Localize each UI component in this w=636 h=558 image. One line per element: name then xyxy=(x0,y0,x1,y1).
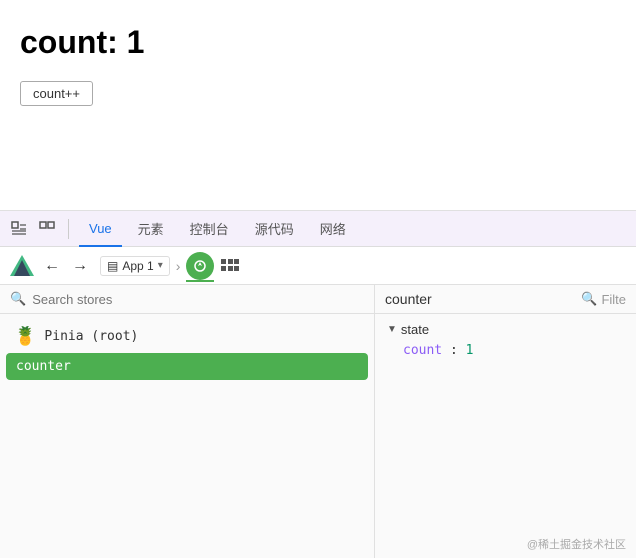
pinia-root-item[interactable]: 🍍 Pinia (root) xyxy=(0,320,374,353)
grid-icon[interactable] xyxy=(218,254,242,278)
store-search-input[interactable] xyxy=(32,292,364,307)
count-display: count: 1 xyxy=(20,24,616,61)
devtools-main-panel: 🔍 🍍 Pinia (root) counter counter � xyxy=(0,285,636,558)
watermark: @稀土掘金技术社区 xyxy=(527,536,626,552)
devtools-tab-bar: Vue 元素 控制台 源代码 网络 xyxy=(0,211,636,247)
forward-button[interactable]: → xyxy=(68,254,92,278)
app-selector[interactable]: ▤ App 1 ▾ xyxy=(100,256,170,276)
filter-search-icon: 🔍 xyxy=(581,291,597,307)
count-increment-button[interactable]: count++ xyxy=(20,81,93,106)
count-colon: : xyxy=(450,343,466,358)
tab-sources[interactable]: 源代码 xyxy=(245,211,304,247)
active-view-icon[interactable] xyxy=(186,252,214,280)
vue-secondary-toolbar: ← → ▤ App 1 ▾ › xyxy=(0,247,636,285)
toolbar-divider xyxy=(68,219,69,239)
counter-store-label: counter xyxy=(16,359,71,374)
app-area: count: 1 count++ xyxy=(0,0,636,210)
store-title: counter xyxy=(385,291,432,307)
elements-icon[interactable] xyxy=(36,218,58,240)
search-icon: 🔍 xyxy=(10,291,26,307)
devtools-panel: Vue 元素 控制台 源代码 网络 ← → ▤ App 1 ▾ xyxy=(0,210,636,558)
filter-label: Filte xyxy=(601,292,626,307)
state-section: ▼ state count : 1 xyxy=(375,314,636,366)
count-key: count xyxy=(403,343,442,358)
right-panel-header: counter 🔍 Filte xyxy=(375,285,636,314)
inspector-icon[interactable] xyxy=(8,218,30,240)
tab-console[interactable]: 控制台 xyxy=(180,211,239,247)
compass-icon xyxy=(186,252,214,280)
breadcrumb-chevron-icon: › xyxy=(176,258,181,274)
right-search-bar: 🔍 Filte xyxy=(581,291,626,307)
store-search-bar: 🔍 xyxy=(0,285,374,314)
state-label: ▼ state xyxy=(387,322,624,337)
tab-network[interactable]: 网络 xyxy=(310,211,356,247)
left-panel: 🔍 🍍 Pinia (root) counter xyxy=(0,285,375,558)
counter-store-item[interactable]: counter xyxy=(6,353,368,380)
collapse-triangle-icon[interactable]: ▼ xyxy=(387,324,397,335)
store-list: 🍍 Pinia (root) counter xyxy=(0,314,374,558)
pinia-emoji: 🍍 xyxy=(14,326,36,347)
pinia-root-label: Pinia (root) xyxy=(44,329,138,344)
app-selector-icon: ▤ xyxy=(107,259,118,273)
count-entry: count : 1 xyxy=(387,343,624,358)
tab-vue[interactable]: Vue xyxy=(79,211,122,247)
app-selector-label: App 1 xyxy=(122,259,153,273)
tab-elements[interactable]: 元素 xyxy=(128,211,174,247)
count-value: 1 xyxy=(466,343,474,358)
vue-logo xyxy=(8,252,36,280)
back-button[interactable]: ← xyxy=(40,254,64,278)
right-panel: counter 🔍 Filte ▼ state count : 1 xyxy=(375,285,636,558)
chevron-down-icon: ▾ xyxy=(158,260,163,271)
